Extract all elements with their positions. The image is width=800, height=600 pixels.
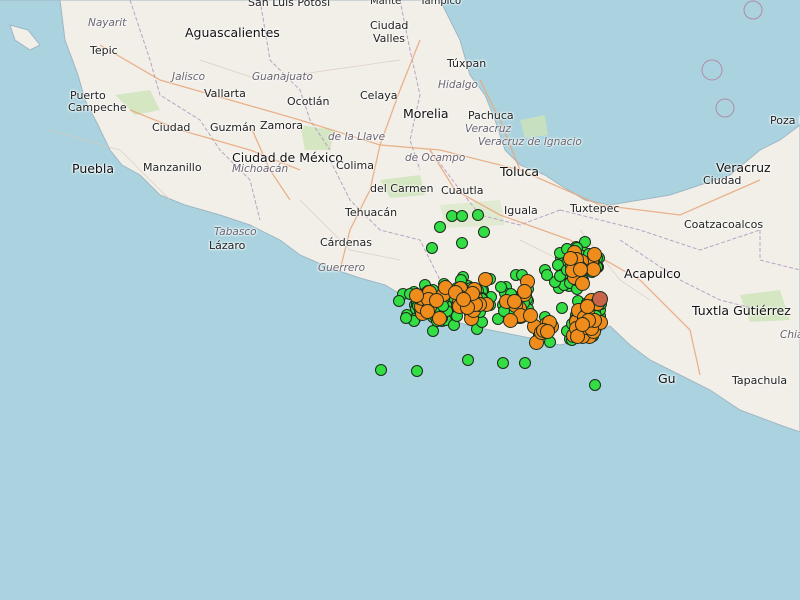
place-label: Tepic xyxy=(90,44,118,57)
place-label: Cárdenas xyxy=(320,236,372,249)
island xyxy=(701,59,723,81)
earthquake-marker-green[interactable] xyxy=(456,210,468,222)
place-label: Chiapas xyxy=(780,329,800,341)
earthquake-marker-green[interactable] xyxy=(375,364,387,376)
place-label: Ciudad xyxy=(152,121,191,134)
earthquake-marker-red[interactable] xyxy=(592,291,608,307)
place-label: Toluca xyxy=(500,164,540,179)
place-label: Acapulco xyxy=(624,266,681,281)
place-label: Ciudad xyxy=(703,174,742,187)
place-label: Lázaro xyxy=(209,239,246,252)
earthquake-marker-green[interactable] xyxy=(462,354,474,366)
place-label: Celaya xyxy=(360,89,398,102)
place-label: Colima xyxy=(336,159,374,172)
earthquake-marker-orange[interactable] xyxy=(539,324,555,340)
place-label: Nayarit xyxy=(88,17,127,29)
earthquake-marker-green[interactable] xyxy=(434,221,446,233)
place-label: Tuxtepec xyxy=(570,202,620,215)
earthquake-marker-orange[interactable] xyxy=(522,307,538,323)
earthquake-marker-green[interactable] xyxy=(589,379,601,391)
place-label: Vallarta xyxy=(204,87,246,100)
place-label: Zamora xyxy=(260,119,303,132)
earthquake-marker-green[interactable] xyxy=(411,365,423,377)
place-label: Guzmán xyxy=(210,121,256,134)
earthquake-marker-orange[interactable] xyxy=(455,291,471,307)
place-label: Gu xyxy=(658,371,676,386)
place-label: Mante xyxy=(370,0,402,7)
place-label: Campeche xyxy=(68,101,127,114)
place-label: Guerrero xyxy=(318,262,366,274)
place-label: Valles xyxy=(373,32,406,45)
place-label: de Ocampo xyxy=(405,152,466,164)
map-view[interactable]: Nayarit San Luis Potosí Mante Tampico Tepic A… xyxy=(0,0,800,600)
earthquake-marker-orange[interactable] xyxy=(585,262,601,278)
island xyxy=(715,98,735,118)
place-label: Cuautla xyxy=(441,184,484,197)
earthquake-marker-green[interactable] xyxy=(519,357,531,369)
place-label: Iguala xyxy=(504,204,538,217)
place-label: Veracruz xyxy=(716,160,771,175)
earthquake-marker-orange[interactable] xyxy=(428,292,444,308)
earthquake-marker-green[interactable] xyxy=(456,237,468,249)
place-label: Aguascalientes xyxy=(185,25,280,40)
earthquake-marker-green[interactable] xyxy=(472,209,484,221)
place-label: Poza Rica xyxy=(770,114,800,127)
earthquake-marker-orange[interactable] xyxy=(409,287,424,303)
place-label: Tehuacán xyxy=(345,206,398,219)
place-label: Morelia xyxy=(403,106,449,121)
place-label: Tapachula xyxy=(732,374,788,387)
place-label: Jalisco xyxy=(172,71,206,83)
earthquake-marker-green[interactable] xyxy=(478,226,490,238)
earthquake-marker-green[interactable] xyxy=(497,357,509,369)
place-label: de la Llave xyxy=(328,131,386,143)
place-label: Guanajuato xyxy=(252,71,313,83)
place-label: Pachuca xyxy=(468,109,514,122)
place-label: Michoacán xyxy=(232,163,289,175)
place-label: Túxpan xyxy=(447,57,487,70)
place-label: Ocotlán xyxy=(287,95,330,108)
place-label: Puebla xyxy=(72,161,114,176)
place-label: Coatzacoalcos xyxy=(684,218,764,231)
earthquake-marker-green[interactable] xyxy=(540,268,553,281)
place-label: Tuxtla Gutiérrez xyxy=(692,303,791,318)
place-label: del Carmen xyxy=(370,182,434,195)
earthquake-marker-green[interactable] xyxy=(555,301,568,314)
place-label: Ciudad xyxy=(370,19,409,32)
place-label: Tabasco xyxy=(214,226,257,238)
place-label: Veracruz xyxy=(465,123,512,135)
place-label: Manzanillo xyxy=(143,161,202,174)
place-label: Puerto xyxy=(70,89,106,102)
place-label: Tampico xyxy=(420,0,462,7)
place-label: San Luis Potosí xyxy=(248,0,331,9)
earthquake-marker-green[interactable] xyxy=(426,242,438,254)
island xyxy=(743,0,763,20)
place-label: Hidalgo xyxy=(438,79,478,91)
place-label: Veracruz de Ignacio xyxy=(478,136,582,148)
earthquake-marker-orange[interactable] xyxy=(574,275,590,291)
